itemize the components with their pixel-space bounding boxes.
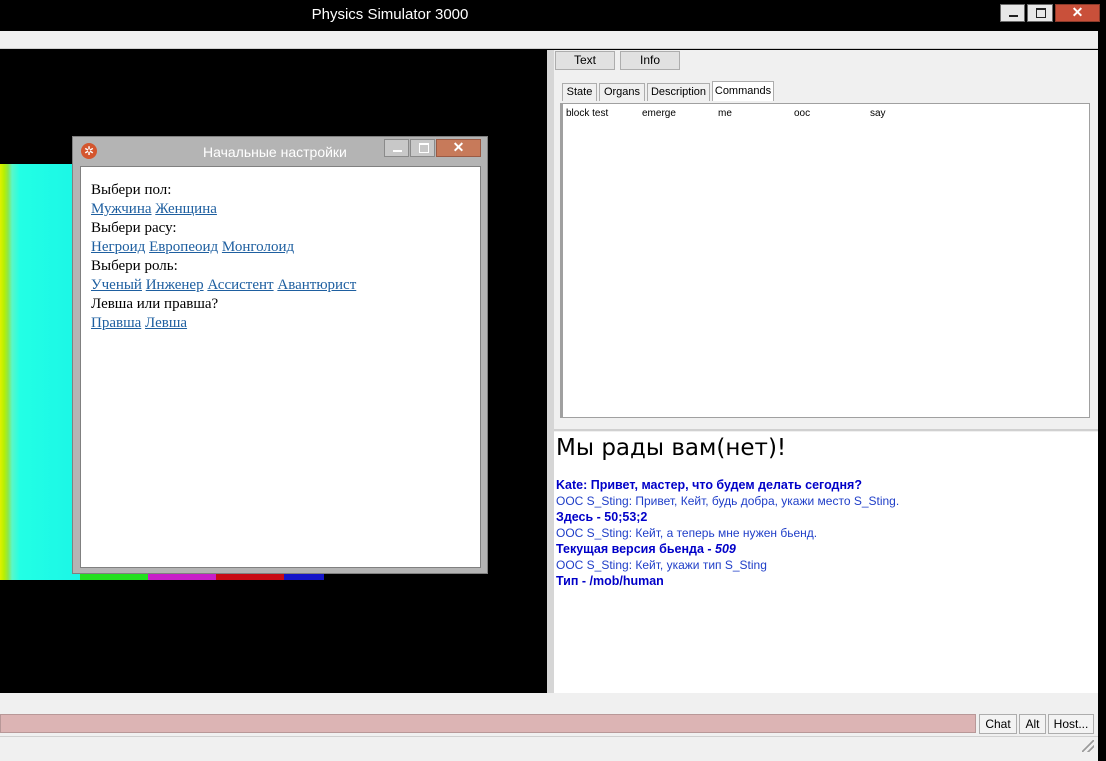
window-edge	[1098, 31, 1106, 761]
alt-button[interactable]: Alt	[1019, 714, 1046, 734]
role-adventurer-link[interactable]: Авантюрист	[277, 277, 356, 293]
info-button[interactable]: Info	[620, 51, 680, 70]
gender-options: Мужчина Женщина	[91, 200, 470, 219]
minimize-icon	[393, 150, 402, 152]
chat-line: OOC S_Sting: Кейт, а теперь мне нужен бь…	[556, 526, 818, 540]
close-icon: ✕	[1071, 4, 1084, 20]
title-bar: Physics Simulator 3000 ✕	[0, 0, 1106, 31]
role-scientist-link[interactable]: Ученый	[91, 277, 142, 293]
dialog-minimize-button[interactable]	[384, 139, 409, 157]
info-panel: Text Info State Organs Description Comma…	[554, 50, 1098, 693]
window-title: Physics Simulator 3000	[311, 6, 469, 23]
chat-welcome-title: Мы рады вам(нет)!	[556, 435, 787, 461]
maximize-icon	[1036, 8, 1046, 18]
dialog-title: Начальные настройки	[203, 144, 347, 160]
hand-options: Правша Левша	[91, 314, 470, 333]
chat-line: Тип - /mob/human	[556, 574, 664, 588]
commands-panel: block test emerge me ooc say	[560, 103, 1090, 418]
role-options: Ученый Инженер Ассистент Авантюрист	[91, 276, 470, 295]
hand-left-link[interactable]: Левша	[145, 315, 187, 331]
command-input[interactable]	[0, 714, 976, 733]
close-button[interactable]: ✕	[1055, 4, 1100, 22]
app-logo-icon: ✲	[81, 143, 97, 159]
command-ooc[interactable]: ooc	[794, 108, 810, 119]
version-label: Текущая версия бьенда -	[556, 542, 716, 556]
panel-divider[interactable]	[554, 429, 1098, 431]
version-value: 509	[715, 542, 736, 556]
resize-grip-icon[interactable]	[1082, 740, 1094, 752]
tab-state[interactable]: State	[562, 83, 597, 101]
command-say[interactable]: say	[870, 108, 886, 119]
maximize-icon	[419, 143, 429, 153]
command-me[interactable]: me	[718, 108, 732, 119]
chat-line: OOC S_Sting: Привет, Кейт, будь добра, у…	[556, 494, 900, 508]
chat-line: Kate: Привет, мастер, что будем делать с…	[556, 478, 862, 492]
race-mongoloid-link[interactable]: Монголоид	[222, 239, 294, 255]
tab-commands[interactable]: Commands	[712, 81, 774, 101]
host-button[interactable]: Host...	[1048, 714, 1094, 734]
role-engineer-link[interactable]: Инженер	[146, 277, 204, 293]
minimize-button[interactable]	[1000, 4, 1025, 22]
dialog-title-bar[interactable]: ✲ Начальные настройки ✕	[73, 137, 487, 164]
dialog-close-button[interactable]: ✕	[436, 139, 481, 157]
gender-female-link[interactable]: Женщина	[155, 201, 217, 217]
chat-output: Мы рады вам(нет)! Kate: Привет, мастер, …	[554, 432, 1098, 693]
menu-strip	[0, 31, 1098, 49]
dialog-body: Выбери пол: Мужчина Женщина Выбери расу:…	[80, 166, 481, 568]
gender-prompt: Выбери пол:	[91, 182, 172, 198]
tab-organs[interactable]: Organs	[599, 83, 645, 101]
race-options: Негроид Европеоид Монголоид	[91, 238, 470, 257]
chat-line: Здесь - 50;53;2	[556, 510, 648, 524]
command-emerge[interactable]: emerge	[642, 108, 676, 119]
race-negroid-link[interactable]: Негроид	[91, 239, 145, 255]
dialog-maximize-button[interactable]	[410, 139, 435, 157]
race-prompt: Выбери расу:	[91, 220, 177, 236]
chat-line: OOC S_Sting: Кейт, укажи тип S_Sting	[556, 558, 767, 572]
role-prompt: Выбери роль:	[91, 258, 178, 274]
tab-description[interactable]: Description	[647, 83, 710, 101]
initial-settings-dialog: ✲ Начальные настройки ✕ Выбери пол: Мужч…	[72, 136, 488, 574]
hand-right-link[interactable]: Правша	[91, 315, 141, 331]
text-button[interactable]: Text	[555, 51, 615, 70]
maximize-button[interactable]	[1027, 4, 1053, 22]
status-bar	[0, 736, 1098, 754]
panel-splitter[interactable]	[547, 50, 554, 693]
gender-male-link[interactable]: Мужчина	[91, 201, 152, 217]
hand-prompt: Левша или правша?	[91, 296, 219, 312]
chat-button[interactable]: Chat	[979, 714, 1017, 734]
minimize-icon	[1009, 15, 1018, 17]
role-assistant-link[interactable]: Ассистент	[207, 277, 273, 293]
race-europeoid-link[interactable]: Европеоид	[149, 239, 218, 255]
chat-line-version: Текущая версия бьенда - 509	[556, 542, 736, 556]
map-tile-strip	[0, 164, 80, 580]
command-block-test[interactable]: block test	[566, 108, 608, 119]
close-icon: ✕	[452, 139, 465, 155]
